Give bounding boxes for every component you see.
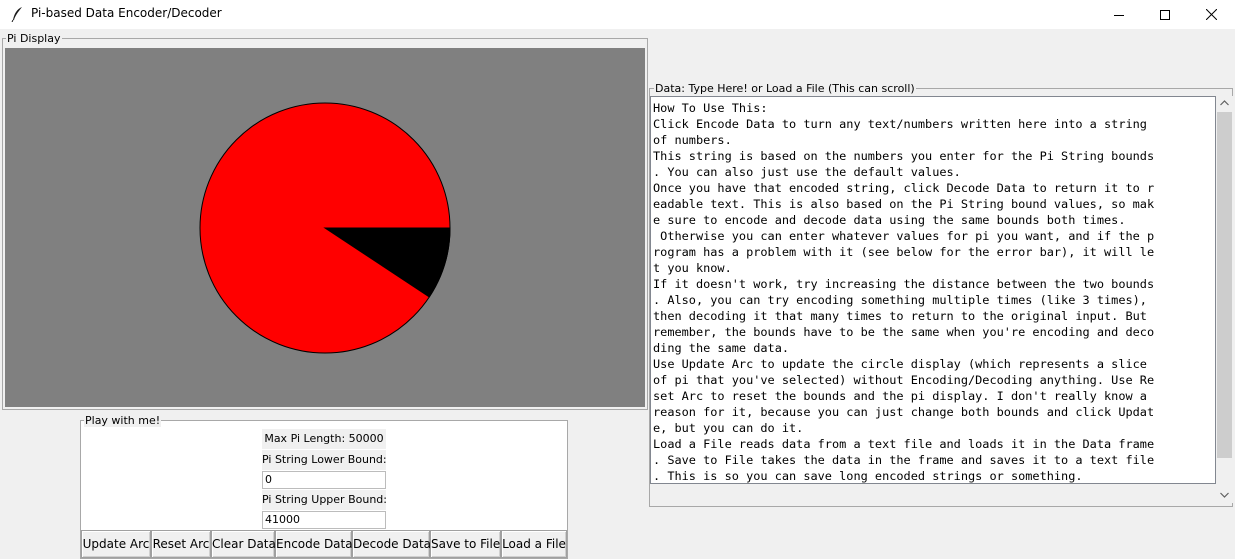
minimize-icon [1114, 14, 1124, 16]
data-text-line: e, but you can do it. [653, 421, 804, 435]
close-button[interactable] [1188, 0, 1234, 29]
play-frame-label: Play with me! [84, 414, 162, 427]
close-icon [1205, 9, 1217, 20]
data-text-line: If it doesn't work, try increasing the d… [653, 277, 1155, 291]
data-text-line: remember, the bounds have to be the same… [653, 325, 1155, 339]
data-text-line: reason for it, because you can just chan… [653, 405, 1155, 419]
window-title: Pi-based Data Encoder/Decoder [31, 6, 222, 20]
feather-icon [11, 7, 22, 22]
data-text-line: This string is based on the numbers you … [653, 149, 1155, 163]
data-text-line: Once you have that encoded string, click… [653, 181, 1155, 195]
data-text-line: . This is so you can save long encoded s… [653, 469, 1083, 483]
status-bar [650, 484, 1216, 503]
data-text-line: e sure to encode and decode data using t… [653, 213, 1126, 227]
data-text-line: ding the same data. [653, 341, 790, 355]
pi-display-label: Pi Display [6, 32, 62, 45]
data-text-line: Load a File reads data from a text file … [653, 437, 1155, 451]
data-text-line: . You can also just use the default valu… [653, 165, 961, 179]
data-text-line: . Save to File takes the data in the fra… [653, 453, 1155, 467]
data-text-line: eadable text. This is also based on the … [653, 197, 1155, 211]
data-text-line: Otherwise you can enter whatever values … [653, 229, 1155, 243]
update-arc-button[interactable]: Update Arc [81, 530, 151, 558]
data-text-line: rogram has a problem with it (see below … [653, 245, 1155, 259]
data-text-line: set Arc to reset the bounds and the pi d… [653, 389, 1147, 403]
reset-arc-button[interactable]: Reset Arc [151, 530, 211, 558]
upper-bound-input[interactable]: 41000 [262, 511, 386, 529]
data-text-area[interactable]: How To Use This: Click Encode Data to tur… [650, 96, 1216, 484]
data-text-line: of numbers. [653, 133, 732, 147]
save-to-file-button[interactable]: Save to File [430, 530, 501, 558]
lower-bound-label: Pi String Lower Bound: [262, 450, 387, 470]
scrollbar-thumb[interactable] [1217, 112, 1232, 458]
data-text-line: . Also, you can try encoding something m… [653, 293, 1147, 307]
lower-bound-input[interactable]: 0 [262, 471, 386, 489]
clear-data-button[interactable]: Clear Data [211, 530, 276, 558]
scroll-up-icon[interactable] [1220, 100, 1229, 106]
load-a-file-button[interactable]: Load a File [501, 530, 567, 558]
data-text-line: Click Encode Data to turn any text/numbe… [653, 117, 1147, 131]
maximize-button[interactable] [1142, 0, 1188, 29]
encode-data-button[interactable]: Encode Data [275, 530, 353, 558]
data-text-line: How To Use This: [653, 101, 768, 115]
data-frame-label: Data: Type Here! or Load a File (This ca… [654, 82, 916, 95]
max-pi-length-label: Max Pi Length: 50000 [262, 429, 386, 449]
upper-bound-label: Pi String Upper Bound: [262, 490, 387, 510]
minimize-button[interactable] [1096, 0, 1142, 29]
data-text-line: Use Update Arc to update the circle disp… [653, 357, 1147, 371]
data-text-line: then decoding it that many times to retu… [653, 309, 1147, 323]
scroll-down-icon[interactable] [1220, 492, 1229, 498]
decode-data-button[interactable]: Decode Data [352, 530, 431, 558]
data-text-line: t you know. [653, 261, 732, 275]
pi-display-canvas [5, 48, 645, 407]
maximize-icon [1160, 9, 1170, 20]
data-text-line: of pi that you've selected) without Enco… [653, 373, 1155, 387]
